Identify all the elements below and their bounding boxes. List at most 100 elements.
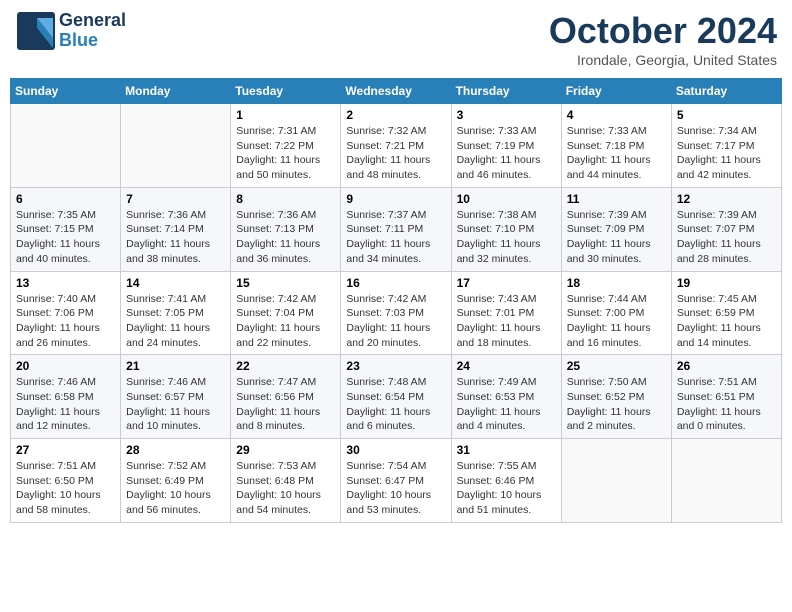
day-number: 5 [677, 108, 776, 122]
day-number: 14 [126, 276, 225, 290]
month-title: October 2024 [549, 10, 777, 52]
page-header: General Blue October 2024 Irondale, Geor… [10, 10, 782, 68]
day-number: 22 [236, 359, 335, 373]
day-info: Sunrise: 7:48 AM Sunset: 6:54 PM Dayligh… [346, 375, 445, 434]
day-info: Sunrise: 7:39 AM Sunset: 7:07 PM Dayligh… [677, 208, 776, 267]
day-number: 8 [236, 192, 335, 206]
day-number: 11 [567, 192, 666, 206]
calendar-cell: 20 Sunrise: 7:46 AM Sunset: 6:58 PM Dayli… [11, 355, 121, 439]
day-number: 25 [567, 359, 666, 373]
day-number: 28 [126, 443, 225, 457]
header-day-sunday: Sunday [11, 79, 121, 104]
day-info: Sunrise: 7:31 AM Sunset: 7:22 PM Dayligh… [236, 124, 335, 183]
day-info: Sunrise: 7:47 AM Sunset: 6:56 PM Dayligh… [236, 375, 335, 434]
day-number: 21 [126, 359, 225, 373]
day-number: 17 [457, 276, 556, 290]
day-number: 9 [346, 192, 445, 206]
day-number: 30 [346, 443, 445, 457]
day-info: Sunrise: 7:46 AM Sunset: 6:57 PM Dayligh… [126, 375, 225, 434]
day-number: 29 [236, 443, 335, 457]
day-info: Sunrise: 7:36 AM Sunset: 7:13 PM Dayligh… [236, 208, 335, 267]
calendar-cell: 25 Sunrise: 7:50 AM Sunset: 6:52 PM Dayli… [561, 355, 671, 439]
calendar-cell: 8 Sunrise: 7:36 AM Sunset: 7:13 PM Daylig… [231, 187, 341, 271]
title-block: October 2024 Irondale, Georgia, United S… [549, 10, 777, 68]
header-day-tuesday: Tuesday [231, 79, 341, 104]
week-row-1: 1 Sunrise: 7:31 AM Sunset: 7:22 PM Daylig… [11, 104, 782, 188]
day-info: Sunrise: 7:35 AM Sunset: 7:15 PM Dayligh… [16, 208, 115, 267]
day-number: 3 [457, 108, 556, 122]
day-info: Sunrise: 7:32 AM Sunset: 7:21 PM Dayligh… [346, 124, 445, 183]
day-number: 23 [346, 359, 445, 373]
day-info: Sunrise: 7:40 AM Sunset: 7:06 PM Dayligh… [16, 292, 115, 351]
day-info: Sunrise: 7:51 AM Sunset: 6:51 PM Dayligh… [677, 375, 776, 434]
header-day-wednesday: Wednesday [341, 79, 451, 104]
day-info: Sunrise: 7:38 AM Sunset: 7:10 PM Dayligh… [457, 208, 556, 267]
calendar-cell: 13 Sunrise: 7:40 AM Sunset: 7:06 PM Dayli… [11, 271, 121, 355]
day-number: 18 [567, 276, 666, 290]
calendar-cell: 2 Sunrise: 7:32 AM Sunset: 7:21 PM Daylig… [341, 104, 451, 188]
calendar-cell [561, 439, 671, 523]
calendar-body: 1 Sunrise: 7:31 AM Sunset: 7:22 PM Daylig… [11, 104, 782, 523]
day-number: 13 [16, 276, 115, 290]
day-number: 6 [16, 192, 115, 206]
day-number: 27 [16, 443, 115, 457]
day-info: Sunrise: 7:42 AM Sunset: 7:03 PM Dayligh… [346, 292, 445, 351]
day-number: 1 [236, 108, 335, 122]
calendar-cell: 17Sunrise: 7:43 AM Sunset: 7:01 PM Dayli… [451, 271, 561, 355]
day-info: Sunrise: 7:41 AM Sunset: 7:05 PM Dayligh… [126, 292, 225, 351]
day-info: Sunrise: 7:46 AM Sunset: 6:58 PM Dayligh… [16, 375, 115, 434]
calendar-cell: 18 Sunrise: 7:44 AM Sunset: 7:00 PM Dayli… [561, 271, 671, 355]
calendar-cell: 22 Sunrise: 7:47 AM Sunset: 6:56 PM Dayli… [231, 355, 341, 439]
day-info: Sunrise: 7:34 AM Sunset: 7:17 PM Dayligh… [677, 124, 776, 183]
day-info: Sunrise: 7:51 AM Sunset: 6:50 PM Dayligh… [16, 459, 115, 518]
logo-general: General [59, 11, 126, 31]
calendar-cell: 16 Sunrise: 7:42 AM Sunset: 7:03 PM Dayli… [341, 271, 451, 355]
week-row-4: 20 Sunrise: 7:46 AM Sunset: 6:58 PM Dayli… [11, 355, 782, 439]
calendar-cell: 29 Sunrise: 7:53 AM Sunset: 6:48 PM Dayli… [231, 439, 341, 523]
week-row-2: 6 Sunrise: 7:35 AM Sunset: 7:15 PM Daylig… [11, 187, 782, 271]
day-number: 19 [677, 276, 776, 290]
day-info: Sunrise: 7:50 AM Sunset: 6:52 PM Dayligh… [567, 375, 666, 434]
week-row-3: 13 Sunrise: 7:40 AM Sunset: 7:06 PM Dayli… [11, 271, 782, 355]
logo-icon [15, 10, 57, 52]
day-number: 10 [457, 192, 556, 206]
calendar-cell: 21 Sunrise: 7:46 AM Sunset: 6:57 PM Dayli… [121, 355, 231, 439]
calendar-cell: 12 Sunrise: 7:39 AM Sunset: 7:07 PM Dayli… [671, 187, 781, 271]
day-info: Sunrise: 7:33 AM Sunset: 7:18 PM Dayligh… [567, 124, 666, 183]
day-info: Sunrise: 7:39 AM Sunset: 7:09 PM Dayligh… [567, 208, 666, 267]
day-number: 2 [346, 108, 445, 122]
header-day-saturday: Saturday [671, 79, 781, 104]
calendar-table: SundayMondayTuesdayWednesdayThursdayFrid… [10, 78, 782, 523]
calendar-cell [121, 104, 231, 188]
week-row-5: 27 Sunrise: 7:51 AM Sunset: 6:50 PM Dayli… [11, 439, 782, 523]
calendar-cell: 24 Sunrise: 7:49 AM Sunset: 6:53 PM Dayli… [451, 355, 561, 439]
day-info: Sunrise: 7:53 AM Sunset: 6:48 PM Dayligh… [236, 459, 335, 518]
day-info: Sunrise: 7:44 AM Sunset: 7:00 PM Dayligh… [567, 292, 666, 351]
day-number: 12 [677, 192, 776, 206]
calendar-cell: 26Sunrise: 7:51 AM Sunset: 6:51 PM Dayli… [671, 355, 781, 439]
calendar-cell: 7Sunrise: 7:36 AM Sunset: 7:14 PM Daylig… [121, 187, 231, 271]
day-number: 20 [16, 359, 115, 373]
calendar-cell: 10 Sunrise: 7:38 AM Sunset: 7:10 PM Dayli… [451, 187, 561, 271]
calendar-cell [671, 439, 781, 523]
calendar-cell: 30Sunrise: 7:54 AM Sunset: 6:47 PM Dayli… [341, 439, 451, 523]
day-info: Sunrise: 7:45 AM Sunset: 6:59 PM Dayligh… [677, 292, 776, 351]
logo-blue: Blue [59, 31, 126, 51]
calendar-cell: 5 Sunrise: 7:34 AM Sunset: 7:17 PM Daylig… [671, 104, 781, 188]
logo: General Blue [15, 10, 126, 52]
day-info: Sunrise: 7:36 AM Sunset: 7:14 PM Dayligh… [126, 208, 225, 267]
day-info: Sunrise: 7:33 AM Sunset: 7:19 PM Dayligh… [457, 124, 556, 183]
location: Irondale, Georgia, United States [549, 52, 777, 68]
day-info: Sunrise: 7:49 AM Sunset: 6:53 PM Dayligh… [457, 375, 556, 434]
calendar-cell: 31Sunrise: 7:55 AM Sunset: 6:46 PM Dayli… [451, 439, 561, 523]
header-row: SundayMondayTuesdayWednesdayThursdayFrid… [11, 79, 782, 104]
calendar-cell: 23 Sunrise: 7:48 AM Sunset: 6:54 PM Dayli… [341, 355, 451, 439]
calendar-header: SundayMondayTuesdayWednesdayThursdayFrid… [11, 79, 782, 104]
day-info: Sunrise: 7:52 AM Sunset: 6:49 PM Dayligh… [126, 459, 225, 518]
calendar-cell [11, 104, 121, 188]
day-number: 24 [457, 359, 556, 373]
day-number: 16 [346, 276, 445, 290]
calendar-cell: 15Sunrise: 7:42 AM Sunset: 7:04 PM Dayli… [231, 271, 341, 355]
calendar-cell: 4Sunrise: 7:33 AM Sunset: 7:18 PM Daylig… [561, 104, 671, 188]
calendar-cell: 19 Sunrise: 7:45 AM Sunset: 6:59 PM Dayli… [671, 271, 781, 355]
